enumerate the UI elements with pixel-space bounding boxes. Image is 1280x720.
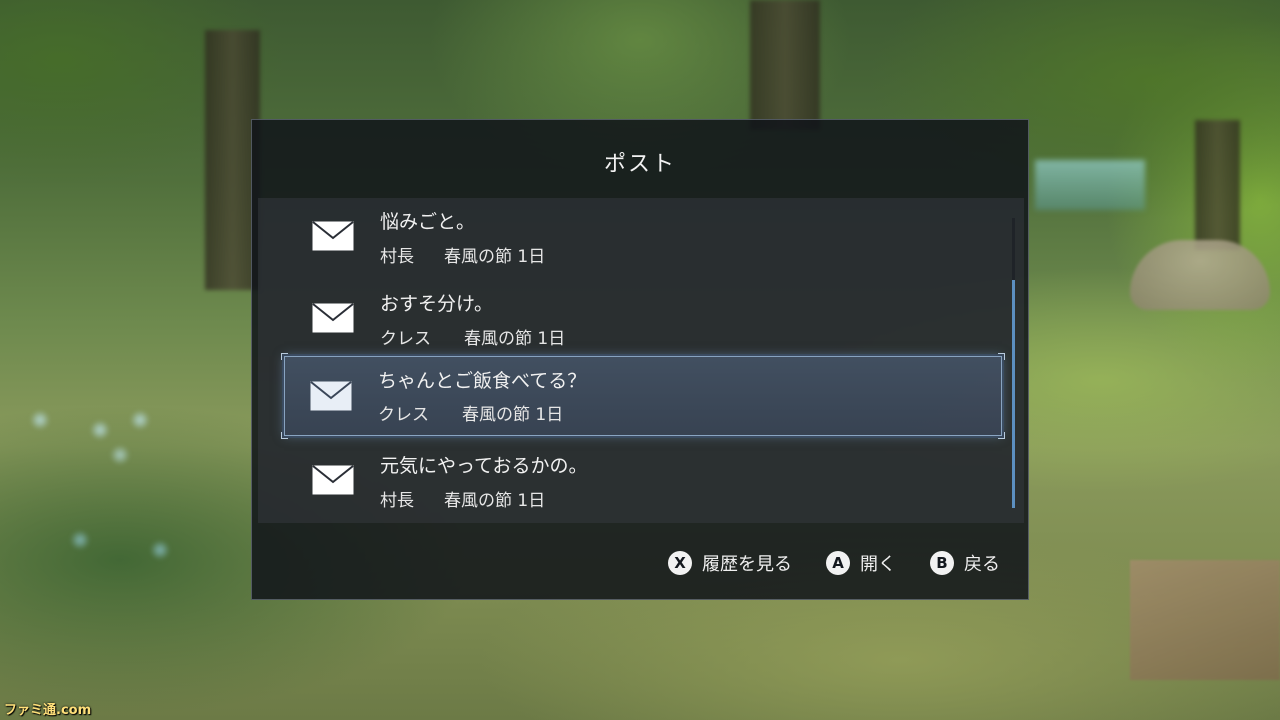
watermark-logo: ファミ通.com: [4, 703, 92, 718]
history-hint[interactable]: X 履歴を見る: [668, 550, 792, 576]
history-label: 履歴を見る: [702, 554, 792, 575]
wooden-path: [1130, 560, 1280, 680]
button-hints: X 履歴を見る A 開く B 戻る: [668, 550, 1000, 576]
open-label: 開く: [860, 554, 896, 575]
mail-item[interactable]: おすそ分け。 クレス 春風の節 1日: [286, 282, 1000, 360]
envelope-icon: [310, 381, 352, 411]
scrollbar-thumb[interactable]: [1012, 280, 1015, 508]
scrollbar[interactable]: [1012, 218, 1015, 508]
mail-subject: 悩みごと。: [380, 211, 476, 233]
mail-date: 春風の節 1日: [444, 491, 546, 511]
back-label: 戻る: [964, 554, 1000, 575]
game-scene-background: ポスト 悩みごと。 村長 春風の節 1日 おすそ分け。 クレス 春風の節 1日: [0, 0, 1280, 720]
b-button-icon: B: [930, 551, 954, 575]
mail-subject: おすそ分け。: [380, 293, 494, 315]
mail-item-selected[interactable]: ちゃんとご飯食べてる？ クレス 春風の節 1日: [281, 353, 1005, 439]
rock: [1130, 240, 1270, 310]
back-hint[interactable]: B 戻る: [930, 550, 1000, 576]
flowers: [0, 400, 200, 580]
mail-sender: 村長: [380, 491, 414, 511]
mail-date: 春風の節 1日: [462, 405, 564, 425]
mail-item[interactable]: 元気にやっておるかの。 村長 春風の節 1日: [286, 444, 1000, 522]
dialog-title: ポスト: [603, 152, 676, 177]
x-button-icon: X: [668, 551, 692, 575]
selection-corner: [281, 353, 288, 360]
envelope-icon: [312, 465, 354, 495]
waterfall: [1035, 160, 1145, 210]
envelope-icon: [312, 303, 354, 333]
mail-item[interactable]: 悩みごと。 村長 春風の節 1日: [286, 200, 1000, 278]
selection-corner: [998, 432, 1005, 439]
mail-date: 春風の節 1日: [444, 247, 546, 267]
tree-trunk: [1195, 120, 1240, 250]
open-hint[interactable]: A 開く: [826, 550, 896, 576]
selection-corner: [998, 353, 1005, 360]
selection-corner: [281, 432, 288, 439]
tree-trunk: [750, 0, 820, 130]
mail-subject: 元気にやっておるかの。: [380, 455, 588, 477]
mail-subject: ちゃんとご飯食べてる？: [378, 370, 587, 392]
mail-sender: 村長: [380, 247, 414, 267]
mail-sender: クレス: [380, 329, 431, 349]
post-dialog: ポスト 悩みごと。 村長 春風の節 1日 おすそ分け。 クレス 春風の節 1日: [251, 119, 1029, 600]
mail-list: 悩みごと。 村長 春風の節 1日 おすそ分け。 クレス 春風の節 1日 ちゃんと…: [258, 198, 1024, 523]
mail-sender: クレス: [378, 405, 429, 425]
a-button-icon: A: [826, 551, 850, 575]
envelope-icon: [312, 221, 354, 251]
mail-date: 春風の節 1日: [464, 329, 566, 349]
